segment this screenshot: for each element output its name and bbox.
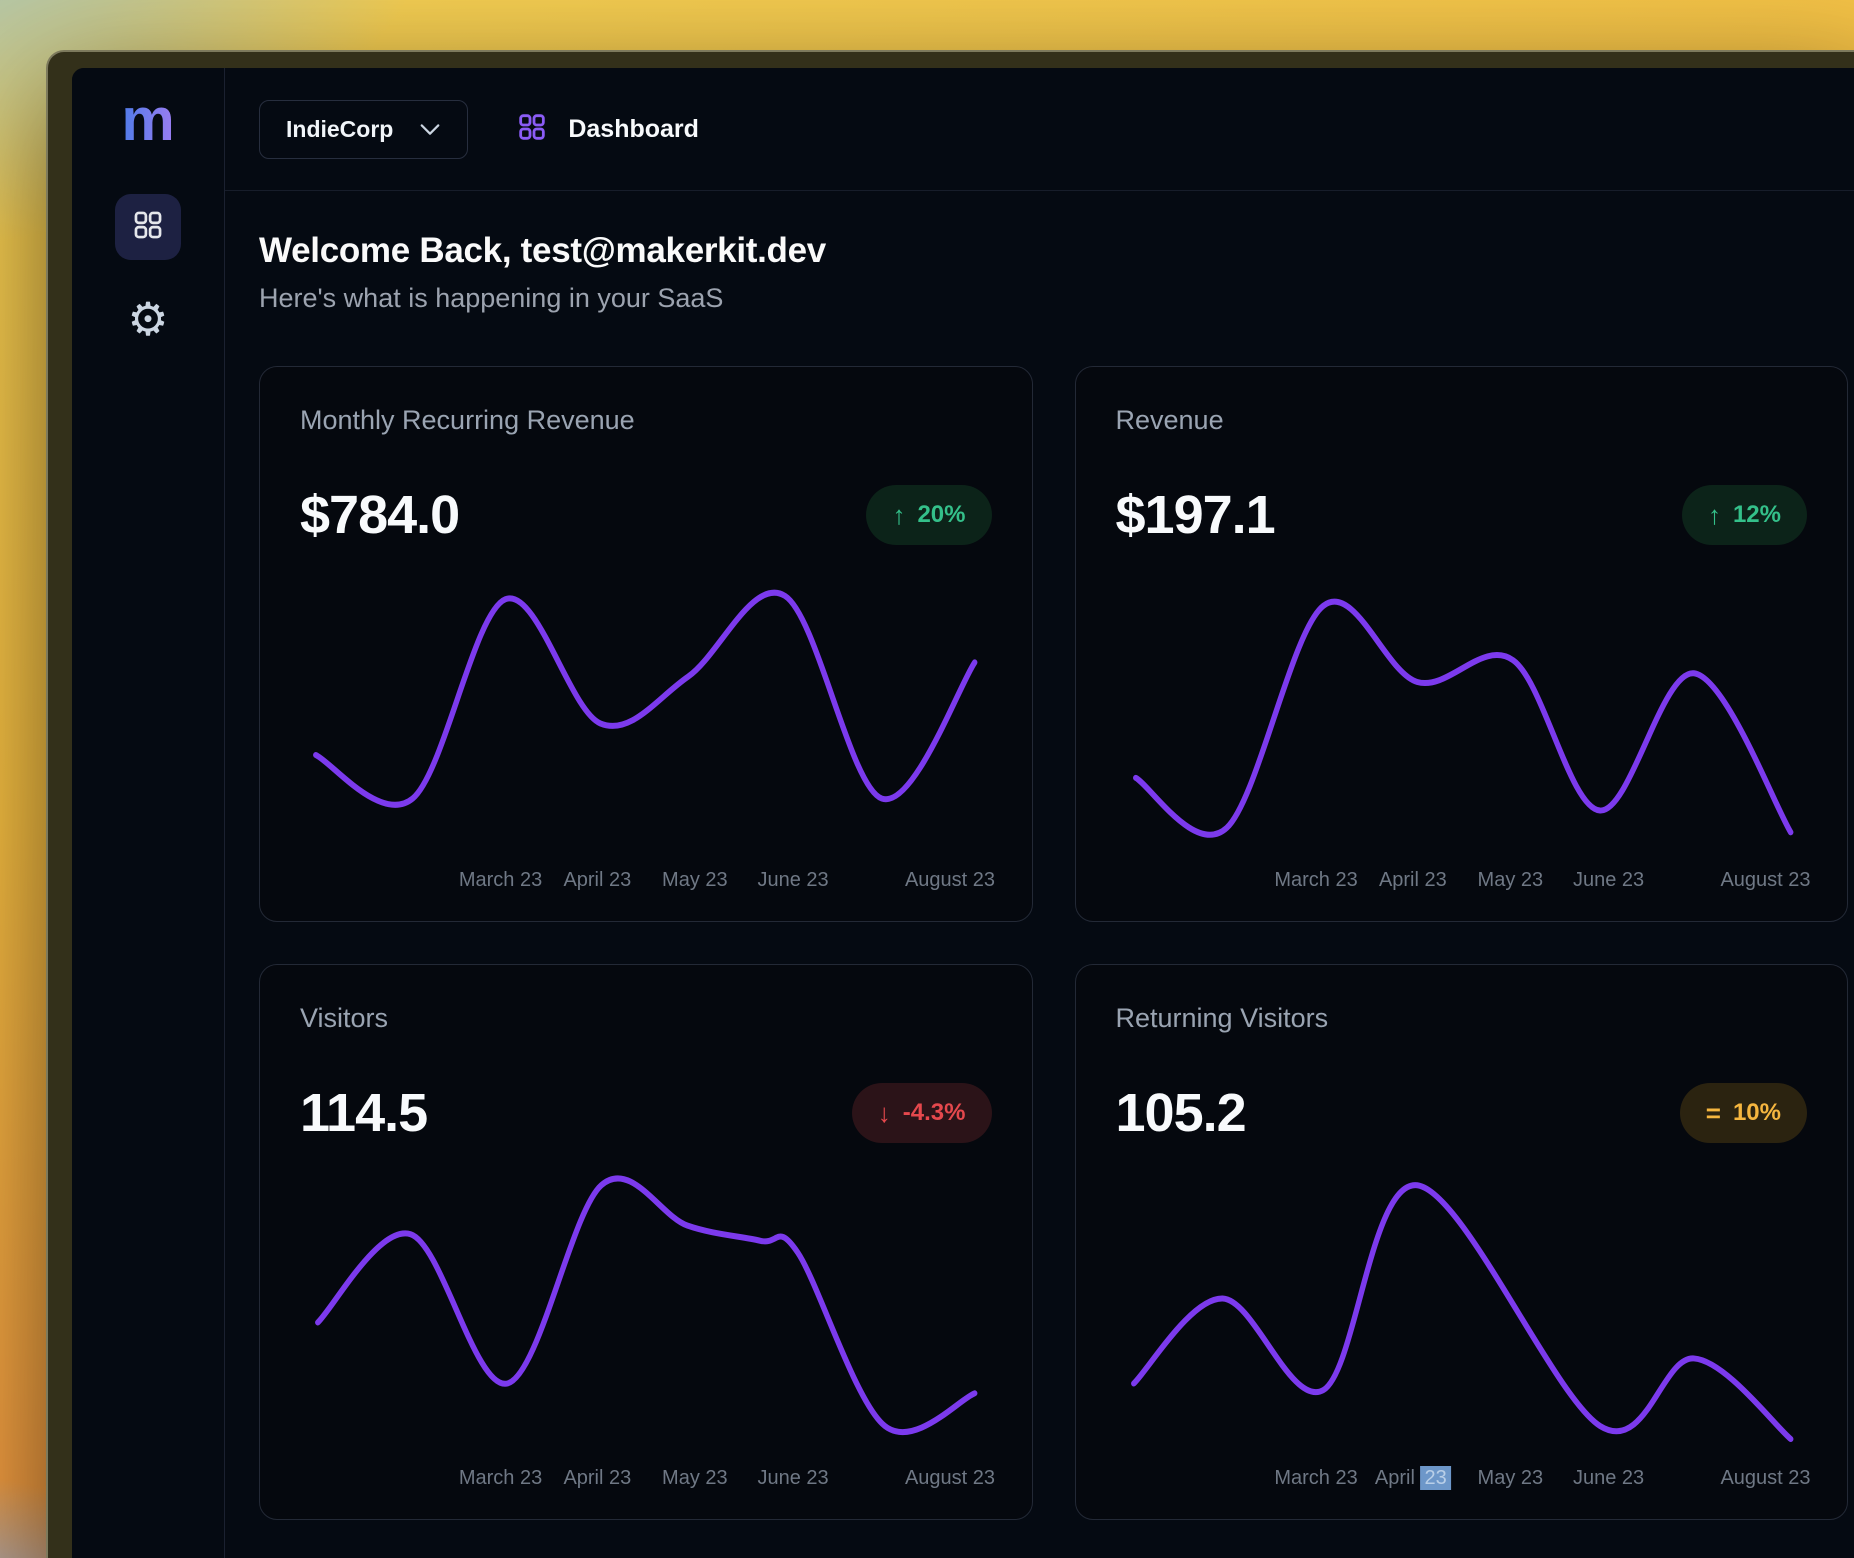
line-chart — [300, 560, 992, 865]
trend-badge: ↑ 20% — [866, 485, 991, 545]
x-axis-label: March 23 — [459, 1467, 542, 1490]
metric-card: Returning Visitors 105.2 = 10% March 23 A… — [1075, 964, 1849, 1520]
x-axis-label: June 23 — [757, 1467, 828, 1490]
chart-x-axis: March 23 April 23 May 23 June 23 August 23 — [1116, 1463, 1808, 1497]
metric-card: Revenue $197.1 ↑ 12% March 23 April 23 May… — [1075, 366, 1849, 922]
main-area: IndieCorp — [225, 68, 1854, 1558]
trend-badge: ↓ -4.3% — [852, 1083, 992, 1143]
trend-icon: ↑ — [1708, 500, 1721, 531]
card-title: Visitors — [300, 1003, 992, 1034]
trend-badge: = 10% — [1680, 1083, 1807, 1143]
card-value-row: 114.5 ↓ -4.3% — [300, 1082, 992, 1144]
card-value: $784.0 — [300, 484, 459, 546]
makerkit-logo: m — [121, 90, 174, 150]
metric-cards-grid: Monthly Recurring Revenue $784.0 ↑ 20% M… — [259, 366, 1848, 1520]
sidebar-nav: ⚙ — [115, 194, 181, 342]
x-axis-label: March 23 — [459, 869, 542, 892]
topbar: IndieCorp — [225, 68, 1854, 191]
welcome-subtitle: Here's what is happening in your SaaS — [259, 283, 1848, 314]
card-value: 114.5 — [300, 1082, 427, 1144]
x-axis-label: June 23 — [757, 869, 828, 892]
card-title: Revenue — [1116, 405, 1808, 436]
x-axis-label: April 23 — [563, 869, 631, 892]
line-chart — [1116, 1158, 1808, 1463]
line-chart — [1116, 560, 1808, 865]
card-value: 105.2 — [1116, 1082, 1246, 1144]
card-value-row: 105.2 = 10% — [1116, 1082, 1808, 1144]
desktop-wallpaper: m ⚙ — [0, 0, 1854, 1558]
sidebar: m ⚙ — [72, 68, 225, 1558]
squares-grid-icon — [516, 111, 548, 148]
trend-badge-label: 12% — [1733, 501, 1781, 529]
card-value-row: $197.1 ↑ 12% — [1116, 484, 1808, 546]
x-axis-label: April 23 — [563, 1467, 631, 1490]
x-axis-label: April 23 — [1379, 869, 1447, 892]
trend-badge: ↑ 12% — [1682, 485, 1807, 545]
trend-icon: = — [1706, 1098, 1721, 1129]
x-axis-label: June 23 — [1573, 1467, 1644, 1490]
card-value: $197.1 — [1116, 484, 1275, 546]
x-axis-label: May 23 — [1478, 869, 1544, 892]
metric-card: Monthly Recurring Revenue $784.0 ↑ 20% M… — [259, 366, 1033, 922]
x-axis-label: June 23 — [1573, 869, 1644, 892]
gear-icon: ⚙ — [127, 296, 168, 342]
x-axis-label: August 23 — [905, 869, 995, 892]
chart-x-axis: March 23 April 23 May 23 June 23 August 23 — [300, 1463, 992, 1497]
metric-card: Visitors 114.5 ↓ -4.3% March 23April 23M… — [259, 964, 1033, 1520]
squares-grid-icon — [131, 208, 165, 247]
x-axis-label: April 23 — [1375, 1467, 1451, 1490]
trend-icon: ↑ — [892, 500, 905, 531]
card-title: Returning Visitors — [1116, 1003, 1808, 1034]
card-title: Monthly Recurring Revenue — [300, 405, 992, 436]
chart-x-axis: March 23 April 23 May 23 June 23 August 23 — [1116, 865, 1808, 899]
page-heading: Dashboard — [516, 111, 699, 148]
x-axis-label: March 23 — [1274, 1467, 1357, 1490]
chevron-down-icon — [419, 116, 441, 143]
trend-badge-label: 10% — [1733, 1099, 1781, 1127]
dashboard-content: Welcome Back, test@makerkit.dev Here's w… — [225, 191, 1854, 1558]
selected-text: 23 — [1421, 1466, 1451, 1490]
card-value-row: $784.0 ↑ 20% — [300, 484, 992, 546]
trend-badge-label: 20% — [917, 501, 965, 529]
x-axis-label: May 23 — [662, 1467, 728, 1490]
page-title: Dashboard — [568, 115, 699, 144]
app-root: m ⚙ — [72, 68, 1854, 1558]
app-window: m ⚙ — [46, 50, 1854, 1558]
x-axis-label: August 23 — [1720, 1467, 1810, 1490]
chart-x-axis: March 23 April 23 May 23 June 23 August 23 — [300, 865, 992, 899]
x-axis-label: August 23 — [905, 1467, 995, 1490]
trend-badge-label: -4.3% — [903, 1099, 966, 1127]
x-axis-label: March 23 — [1274, 869, 1357, 892]
welcome-title: Welcome Back, test@makerkit.dev — [259, 231, 1848, 271]
tenant-selector-label: IndieCorp — [286, 116, 393, 143]
line-chart — [300, 1158, 992, 1463]
tenant-selector-button[interactable]: IndieCorp — [259, 100, 468, 159]
x-axis-label: August 23 — [1720, 869, 1810, 892]
trend-icon: ↓ — [878, 1098, 891, 1129]
sidebar-item-dashboard[interactable] — [115, 194, 181, 260]
x-axis-label: May 23 — [1478, 1467, 1544, 1490]
sidebar-item-settings[interactable]: ⚙ — [127, 296, 168, 342]
x-axis-label: May 23 — [662, 869, 728, 892]
